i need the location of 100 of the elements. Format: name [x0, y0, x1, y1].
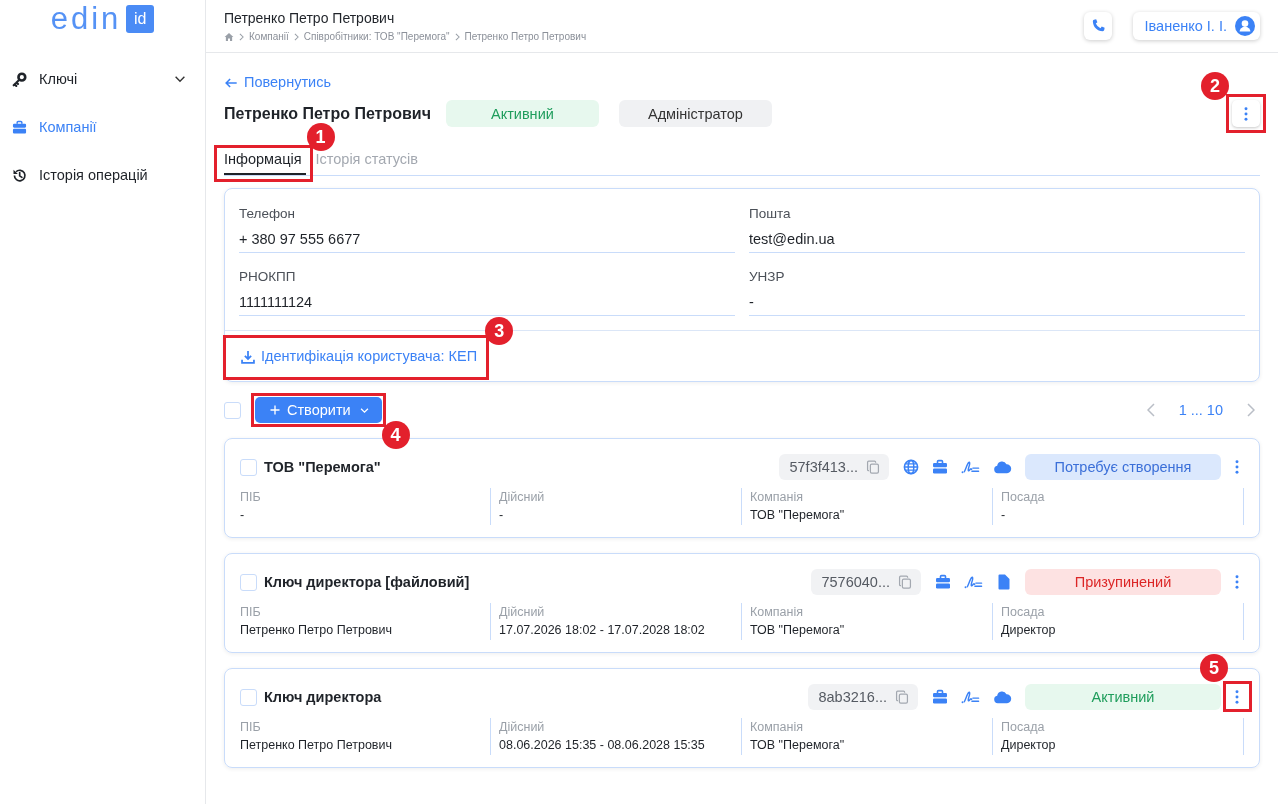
home-icon[interactable]	[224, 31, 234, 42]
field-value: Директор	[1001, 738, 1057, 753]
field-label: УНЗР	[749, 269, 786, 285]
page-range[interactable]: 1 ... 10	[1178, 402, 1223, 418]
kebab-icon	[1244, 106, 1248, 121]
phone-icon	[1090, 19, 1105, 33]
tab[interactable]: Історія статусів	[315, 151, 423, 175]
field-label: Пошта	[749, 206, 792, 222]
identification-link[interactable]: Ідентифікація користувача: КЕП	[239, 341, 480, 372]
sidebar-item[interactable]: Ключі	[0, 60, 205, 98]
field-label: ПІБ	[240, 605, 262, 620]
field-label: Посада	[1001, 605, 1046, 620]
history-icon	[12, 167, 27, 183]
field-value: -	[240, 508, 246, 523]
field-value: Петренко Петро Петрович	[240, 623, 393, 638]
field-label: Посада	[1001, 720, 1046, 735]
field-label: Компанія	[750, 490, 804, 505]
status-badge: Активний	[1025, 684, 1221, 710]
globe-icon	[903, 459, 919, 475]
breadcrumb-link[interactable]: Компанії	[249, 30, 289, 43]
checkbox[interactable]	[240, 458, 257, 476]
page-title: Петренко Петро Петрович	[224, 9, 396, 27]
status-badge: Активний	[445, 100, 599, 127]
checkbox[interactable]	[240, 573, 257, 591]
callout-number: 1	[306, 123, 335, 151]
key-icon	[12, 71, 27, 87]
role-badge: Адміністратор	[618, 100, 772, 127]
card-title: Ключ директора [файловий]	[264, 574, 470, 590]
briefcase-icon	[932, 459, 948, 475]
callout-number: 3	[485, 317, 514, 345]
signature-icon	[961, 459, 980, 475]
field-label: Телефон	[239, 206, 296, 222]
employee-name: Петренко Петро Петрович	[224, 104, 431, 123]
chevron-right-icon[interactable]	[1247, 403, 1255, 417]
key-id: 57f3f413...	[789, 459, 858, 475]
chevron-right-icon	[239, 32, 244, 41]
briefcase-icon	[935, 574, 951, 590]
field-value: -	[749, 294, 1245, 316]
plus-icon	[269, 404, 281, 416]
back-link[interactable]: Повернутись	[224, 74, 331, 91]
field-value: 08.06.2026 15:35 - 08.06.2028 15:35	[499, 738, 706, 753]
checkbox[interactable]	[240, 688, 257, 706]
callout-number: 4	[381, 421, 410, 449]
field-value: 1111111124	[239, 294, 735, 316]
create-button[interactable]: Створити	[255, 397, 382, 423]
phone-button[interactable]	[1083, 12, 1112, 40]
field-label: ПІБ	[240, 720, 262, 735]
more-button[interactable]	[1232, 100, 1260, 127]
signature-icon	[961, 689, 980, 705]
callout-number: 5	[1200, 654, 1228, 682]
kebab-icon	[1235, 460, 1239, 474]
field-value: 17.07.2026 18:02 - 17.07.2028 18:02	[499, 623, 706, 638]
field-value: -	[1001, 508, 1007, 523]
field-value: Петренко Петро Петрович	[240, 738, 393, 753]
cloud-icon	[993, 689, 1012, 705]
field-label: РНОКПП	[239, 269, 297, 285]
field-label: Дійсний	[499, 720, 546, 735]
download-icon	[241, 349, 255, 364]
field-value: Директор	[1001, 623, 1057, 638]
field-value: ТОВ "Перемога"	[750, 623, 846, 638]
field-label: Дійсний	[499, 490, 546, 505]
copy-icon[interactable]	[898, 575, 912, 589]
field-value: -	[499, 508, 505, 523]
sidebar-item[interactable]: Компанії	[0, 108, 205, 146]
checkbox[interactable]	[224, 401, 241, 419]
field-label: Компанія	[750, 720, 804, 735]
field-value: ТОВ "Перемога"	[750, 508, 846, 523]
field-value: + 380 97 555 6677	[239, 231, 735, 253]
briefcase-icon	[12, 119, 27, 135]
kebab-icon	[1235, 690, 1239, 704]
copy-icon[interactable]	[895, 690, 909, 704]
chevron-right-icon	[454, 32, 460, 41]
avatar-icon	[1235, 16, 1255, 36]
file-icon	[996, 574, 1012, 590]
field-label: Компанія	[750, 605, 804, 620]
logo-text: edin	[50, 5, 122, 33]
briefcase-icon	[932, 689, 948, 705]
user-button[interactable]: Іваненко І. І.	[1132, 12, 1260, 40]
signature-icon	[964, 574, 983, 590]
logo-badge: id	[126, 5, 155, 33]
status-badge: Потребує створення	[1025, 454, 1221, 480]
status-badge: Призупинений	[1025, 569, 1221, 595]
sidebar-item[interactable]: Історія операцій	[0, 156, 205, 194]
key-id: 8ab3216...	[818, 689, 887, 705]
chevron-left-icon[interactable]	[1146, 403, 1155, 417]
field-label: Посада	[1001, 490, 1046, 505]
kebab-icon	[1235, 575, 1239, 589]
breadcrumb-link[interactable]: Співробітники: ТОВ "Перемога"	[303, 30, 450, 43]
card-title: ТОВ "Перемога"	[264, 459, 381, 475]
field-label: Дійсний	[499, 605, 546, 620]
chevron-right-icon	[293, 32, 299, 41]
callout-number: 2	[1201, 72, 1229, 100]
field-value: ТОВ "Перемога"	[750, 738, 846, 753]
copy-icon[interactable]	[866, 460, 880, 474]
breadcrumb-current: Петренко Петро Петрович	[464, 30, 587, 43]
tab[interactable]: Інформація	[224, 151, 306, 175]
card-title: Ключ директора	[264, 689, 382, 705]
key-id: 7576040...	[821, 574, 890, 590]
cloud-icon	[993, 459, 1012, 475]
field-label: ПІБ	[240, 490, 262, 505]
